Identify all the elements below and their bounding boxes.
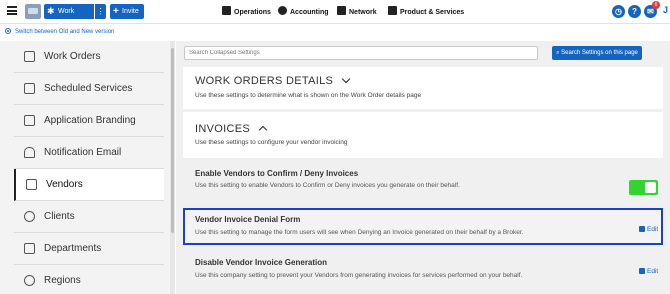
setting-title: Disable Vendor Invoice Generation	[195, 258, 328, 267]
work-order-more-button[interactable]: ⋮	[95, 4, 106, 19]
edit-icon	[639, 226, 645, 232]
nav-operations[interactable]: Operations	[222, 6, 271, 18]
setting-description: Use this setting to manage the form user…	[195, 229, 524, 236]
section-title: INVOICES	[195, 123, 268, 135]
setting-vendor-invoice-denial-form: Vendor Invoice Denial Form Use this sett…	[183, 208, 663, 245]
edit-icon	[639, 268, 645, 274]
edit-label: Edit	[647, 226, 659, 233]
setting-description: Use this company setting to prevent your…	[195, 272, 523, 279]
sidebar-item-clients[interactable]: Clients	[14, 201, 164, 233]
sidebar-item-label: Notification Email	[44, 147, 122, 158]
sidebar-item-label: Departments	[44, 243, 102, 254]
setting-title: Enable Vendors to Confirm / Deny Invoice…	[195, 169, 359, 178]
nav-network[interactable]: Network	[337, 6, 377, 18]
sidebar-item-regions[interactable]: Regions	[14, 265, 164, 294]
section-title-text: INVOICES	[195, 123, 250, 135]
sidebar-item-vendors[interactable]: Vendors	[14, 169, 164, 201]
top-bar: ✱ Work Order ⋮ + Invite Operations Accou…	[0, 0, 670, 30]
edit-label: Edit	[647, 268, 659, 275]
sidebar-item-label: Vendors	[46, 179, 83, 190]
enable-confirm-deny-toggle[interactable]	[629, 180, 658, 195]
clipboard-icon	[24, 51, 35, 62]
setting-disable-vendor-invoice-generation: Disable Vendor Invoice Generation Use th…	[183, 252, 663, 294]
sidebar-item-scheduled-services[interactable]: Scheduled Services	[14, 73, 164, 105]
building-icon	[26, 179, 37, 190]
sidebar-scrollbar-thumb[interactable]	[171, 48, 174, 233]
hamburger-menu-icon[interactable]	[7, 6, 17, 15]
user-avatar[interactable]: J	[663, 5, 668, 15]
work-order-button[interactable]: ✱ Work Order	[44, 4, 94, 30]
sidebar-item-label: Clients	[44, 211, 75, 222]
clock-icon[interactable]: ◷	[612, 5, 625, 18]
sidebar-item-label: Scheduled Services	[44, 83, 133, 94]
radio-icon	[5, 28, 11, 34]
invite-label: Invite	[122, 8, 139, 15]
search-settings-button[interactable]: ⌕ Search Settings on this page	[552, 46, 642, 60]
network-icon	[337, 6, 346, 15]
setting-description: Use this setting to enable Vendors to Co…	[195, 182, 460, 189]
section-title: WORK ORDERS DETAILS	[195, 74, 351, 87]
version-switch[interactable]: Switch between Old and New version	[5, 28, 114, 37]
work-orders-details-section[interactable]: WORK ORDERS DETAILS Use these settings t…	[183, 67, 663, 109]
setting-title: Vendor Invoice Denial Form	[195, 215, 301, 224]
edit-disable-generation-link[interactable]: Edit	[639, 268, 658, 275]
nav-operations-label: Operations	[234, 9, 271, 16]
plus-icon: +	[113, 6, 119, 17]
globe-icon	[24, 275, 35, 286]
nav-accounting[interactable]: Accounting	[278, 6, 329, 18]
nav-product-services-label: Product & Services	[400, 9, 465, 16]
bell-icon	[24, 147, 35, 158]
help-icon[interactable]: ?	[628, 5, 641, 18]
invite-button[interactable]: + Invite	[110, 4, 144, 19]
accounting-icon	[278, 6, 287, 15]
nav-product-services[interactable]: Product & Services	[388, 6, 464, 18]
sidebar-item-label: Work Orders	[44, 51, 101, 62]
product-icon	[388, 6, 397, 15]
calendar-icon	[24, 83, 35, 94]
search-button-label: Search Settings on this page	[561, 50, 638, 56]
invoices-section[interactable]: INVOICES Use these settings to configure…	[183, 112, 663, 158]
nav-network-label: Network	[349, 9, 377, 16]
departments-icon	[24, 243, 35, 254]
sidebar-item-notification-email[interactable]: Notification Email	[14, 137, 164, 169]
setting-enable-vendors-confirm-deny: Enable Vendors to Confirm / Deny Invoice…	[183, 163, 663, 203]
chevron-up-icon[interactable]	[258, 125, 268, 135]
sidebar-item-work-orders[interactable]: Work Orders	[14, 41, 164, 73]
section-description: Use these settings to configure your ven…	[195, 139, 348, 146]
gear-icon: ✱	[47, 6, 55, 16]
sidebar-item-application-branding[interactable]: Application Branding	[14, 105, 164, 137]
company-logo[interactable]	[25, 4, 41, 19]
operations-icon	[222, 6, 231, 15]
sidebar-item-label: Application Branding	[44, 115, 136, 126]
edit-denial-form-link[interactable]: Edit	[639, 226, 658, 233]
version-switch-label: Switch between Old and New version	[15, 29, 115, 35]
sidebar-item-departments[interactable]: Departments	[14, 233, 164, 265]
section-title-text: WORK ORDERS DETAILS	[195, 75, 334, 87]
toggle-knob	[645, 182, 656, 193]
settings-search-input[interactable]	[184, 46, 538, 60]
palette-icon	[24, 115, 35, 126]
section-description: Use these settings to determine what is …	[195, 92, 422, 99]
chevron-down-icon[interactable]	[341, 74, 351, 84]
nav-accounting-label: Accounting	[290, 9, 329, 16]
sidebar-item-label: Regions	[44, 275, 81, 286]
work-order-label: Work Order	[58, 8, 76, 30]
person-icon	[24, 211, 35, 222]
notification-badge: 6	[652, 1, 660, 9]
